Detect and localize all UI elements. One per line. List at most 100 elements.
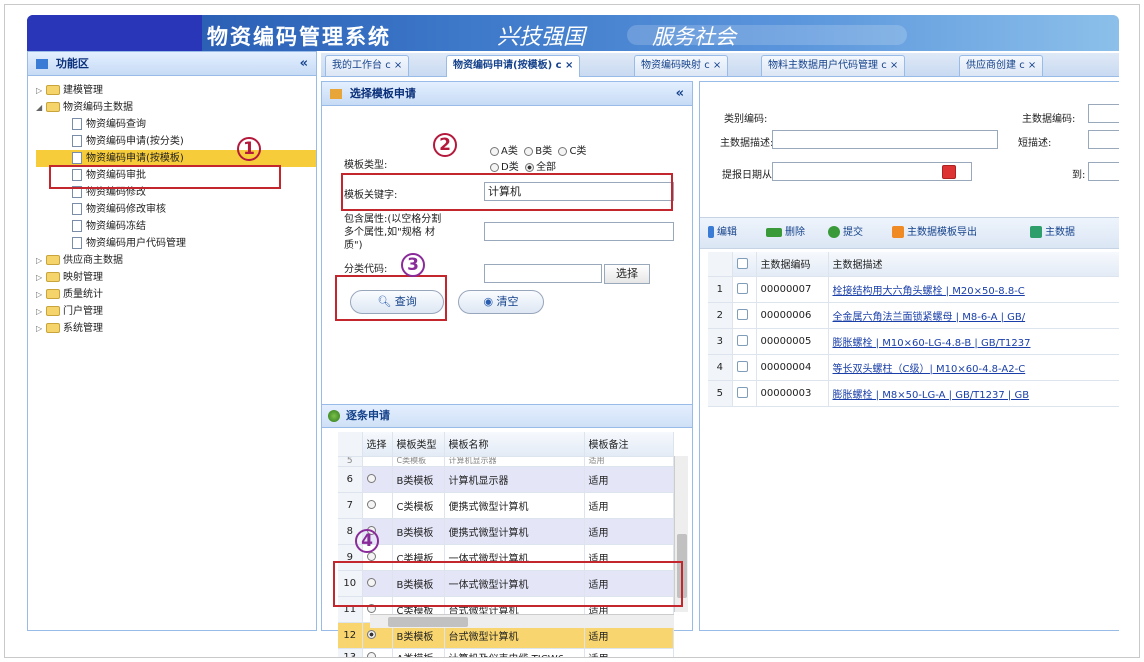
table-row[interactable]: 3 00000005 膨胀螺栓 | M10×60-LG-4.8-B | GB/T…: [708, 328, 1119, 355]
radio-d[interactable]: D类: [490, 162, 519, 173]
expand-icon[interactable]: ▷: [36, 82, 46, 99]
radio-b[interactable]: B类: [524, 146, 552, 157]
close-icon[interactable]: c ×: [704, 60, 721, 71]
table-row[interactable]: 5 00000003 膨胀螺栓 | M8×50-LG-A | GB/T1237 …: [708, 380, 1119, 407]
row-number: 5: [708, 380, 733, 407]
tree-item-user-code[interactable]: 物资编码用户代码管理: [36, 235, 316, 252]
scroll-thumb[interactable]: [388, 617, 468, 627]
date-to-input[interactable]: [1088, 162, 1119, 181]
checkbox-icon: [736, 258, 748, 269]
tree-item-code-query[interactable]: 物资编码查询: [36, 116, 316, 133]
short-desc-input[interactable]: [1088, 130, 1119, 149]
row-desc[interactable]: 全金属六角法兰面锁紧螺母 | M8-6-A | GB/: [828, 302, 1119, 329]
collapse-left-button[interactable]: «: [300, 52, 308, 76]
import-button[interactable]: 主数据: [1030, 218, 1075, 248]
tree-item-modify-review[interactable]: 物资编码修改审核: [36, 201, 316, 218]
expand-icon[interactable]: ▷: [36, 252, 46, 269]
row-desc-link[interactable]: 膨胀螺栓 | M10×60-LG-4.8-B | GB/T1237: [833, 338, 1031, 349]
master-code-input[interactable]: [1088, 104, 1119, 123]
tree-node-supplier[interactable]: ▷ 供应商主数据: [36, 252, 316, 269]
row-desc[interactable]: 等长双头螺柱（C级）| M10×60-4.8-A2-C: [828, 354, 1119, 381]
row-desc[interactable]: 膨胀螺栓 | M10×60-LG-4.8-B | GB/T1237: [828, 328, 1119, 355]
submit-button[interactable]: 提交: [828, 218, 863, 248]
tree-node-portal[interactable]: ▷ 门户管理: [36, 303, 316, 320]
radio-c[interactable]: C类: [558, 146, 586, 157]
clear-button[interactable]: ◉ 清空: [458, 290, 544, 314]
clear-icon: ◉: [483, 295, 494, 308]
page-icon: [72, 118, 82, 130]
tab-workbench[interactable]: 我的工作台 c ×: [325, 55, 410, 76]
row-type: A类模板: [392, 648, 445, 657]
tree-node-mapping[interactable]: ▷ 映射管理: [36, 269, 316, 286]
row-checkbox[interactable]: [732, 380, 757, 407]
table-row[interactable]: 13 A类模板 计算机及仪表电缆 TICW6 适用: [338, 648, 674, 657]
collapse-icon[interactable]: ◢: [36, 99, 46, 116]
row-checkbox[interactable]: [732, 276, 757, 303]
table-row[interactable]: 1 00000007 栓接结构用大六角头螺栓 | M20×50-8.8-C: [708, 276, 1119, 303]
edit-label: 编辑: [717, 227, 737, 238]
table-row[interactable]: 4 00000004 等长双头螺柱（C级）| M10×60-4.8-A2-C: [708, 354, 1119, 381]
collapse-middle-button[interactable]: «: [676, 82, 684, 106]
tree-node-material-master[interactable]: ◢ 物资编码主数据: [36, 99, 316, 116]
tree-node-system[interactable]: ▷ 系统管理: [36, 320, 316, 337]
row-radio[interactable]: [362, 648, 393, 657]
tree-item-apply-by-class[interactable]: 物资编码申请(按分类): [36, 133, 316, 150]
table-row[interactable]: 6 B类模板 计算机显示器 适用: [338, 466, 674, 493]
delete-button[interactable]: 删除: [766, 218, 805, 248]
row-checkbox[interactable]: [732, 354, 757, 381]
row-radio[interactable]: [362, 466, 393, 493]
radio-all[interactable]: 全部: [525, 162, 556, 173]
table-row[interactable]: 7 C类模板 便携式微型计算机 适用: [338, 492, 674, 519]
submit-icon: [828, 226, 840, 238]
row-checkbox[interactable]: [732, 302, 757, 329]
expand-icon[interactable]: ▷: [36, 269, 46, 286]
tree-node-quality[interactable]: ▷ 质量统计: [36, 286, 316, 303]
tab-code-mapping[interactable]: 物资编码映射 c ×: [634, 55, 729, 76]
tab-apply-by-template[interactable]: 物资编码申请(按模板) c ×: [446, 55, 581, 77]
row-radio[interactable]: [362, 492, 393, 519]
table-row[interactable]: 8 B类模板 便携式微型计算机 适用: [338, 518, 674, 545]
row-desc[interactable]: 膨胀螺栓 | M8×50-LG-A | GB/T1237 | GB: [828, 380, 1119, 407]
close-icon[interactable]: c ×: [385, 60, 402, 71]
folder-icon: [46, 323, 60, 333]
row-desc-link[interactable]: 膨胀螺栓 | M8×50-LG-A | GB/T1237 | GB: [833, 390, 1030, 401]
tree-node-label: 建模管理: [63, 85, 103, 96]
export-template-button[interactable]: 主数据模板导出: [892, 218, 977, 248]
row-number: 13: [338, 648, 363, 657]
tree-item-freeze[interactable]: 物资编码冻结: [36, 218, 316, 235]
expand-icon[interactable]: ▷: [36, 286, 46, 303]
row-type: C类模板: [392, 492, 445, 519]
date-to-label: 到:: [1072, 170, 1086, 181]
tree-node-label: 映射管理: [63, 272, 103, 283]
tab-user-code-mgmt[interactable]: 物料主数据用户代码管理 c ×: [761, 55, 906, 76]
row-code: 00000005: [756, 328, 829, 355]
select-class-button[interactable]: 选择: [604, 264, 650, 284]
grid-horizontal-scrollbar[interactable]: [370, 614, 674, 628]
row-desc[interactable]: 栓接结构用大六角头螺栓 | M20×50-8.8-C: [828, 276, 1119, 303]
row-desc-link[interactable]: 栓接结构用大六角头螺栓 | M20×50-8.8-C: [833, 286, 1025, 297]
edit-button[interactable]: 编辑: [708, 218, 737, 248]
master-desc-input[interactable]: [772, 130, 998, 149]
expand-icon[interactable]: ▷: [36, 320, 46, 337]
tree-node-modeling[interactable]: ▷ 建模管理: [36, 82, 316, 99]
calendar-icon[interactable]: [942, 165, 956, 179]
row-radio[interactable]: [362, 456, 393, 467]
row-checkbox[interactable]: [732, 328, 757, 355]
template-panel-icon: [330, 89, 342, 99]
rownum-header: [338, 432, 363, 457]
table-row[interactable]: 5 C类模板 计算机显示器 适用: [338, 456, 674, 467]
close-icon[interactable]: c ×: [556, 60, 574, 71]
attribute-input[interactable]: [484, 222, 674, 241]
checkbox-icon: [736, 335, 748, 347]
row-desc-link[interactable]: 全金属六角法兰面锁紧螺母 | M8-6-A | GB/: [833, 312, 1026, 323]
tab-supplier-create[interactable]: 供应商创建 c ×: [959, 55, 1044, 76]
expand-icon[interactable]: ▷: [36, 303, 46, 320]
radio-a[interactable]: A类: [490, 146, 518, 157]
close-icon[interactable]: c ×: [1019, 60, 1036, 71]
row-desc-link[interactable]: 等长双头螺柱（C级）| M10×60-4.8-A2-C: [833, 364, 1026, 375]
select-all-checkbox[interactable]: [732, 252, 757, 277]
table-row[interactable]: 2 00000006 全金属六角法兰面锁紧螺母 | M8-6-A | GB/: [708, 302, 1119, 329]
class-code-input[interactable]: [484, 264, 602, 283]
close-icon[interactable]: c ×: [881, 60, 898, 71]
radio-label: A类: [501, 146, 518, 157]
